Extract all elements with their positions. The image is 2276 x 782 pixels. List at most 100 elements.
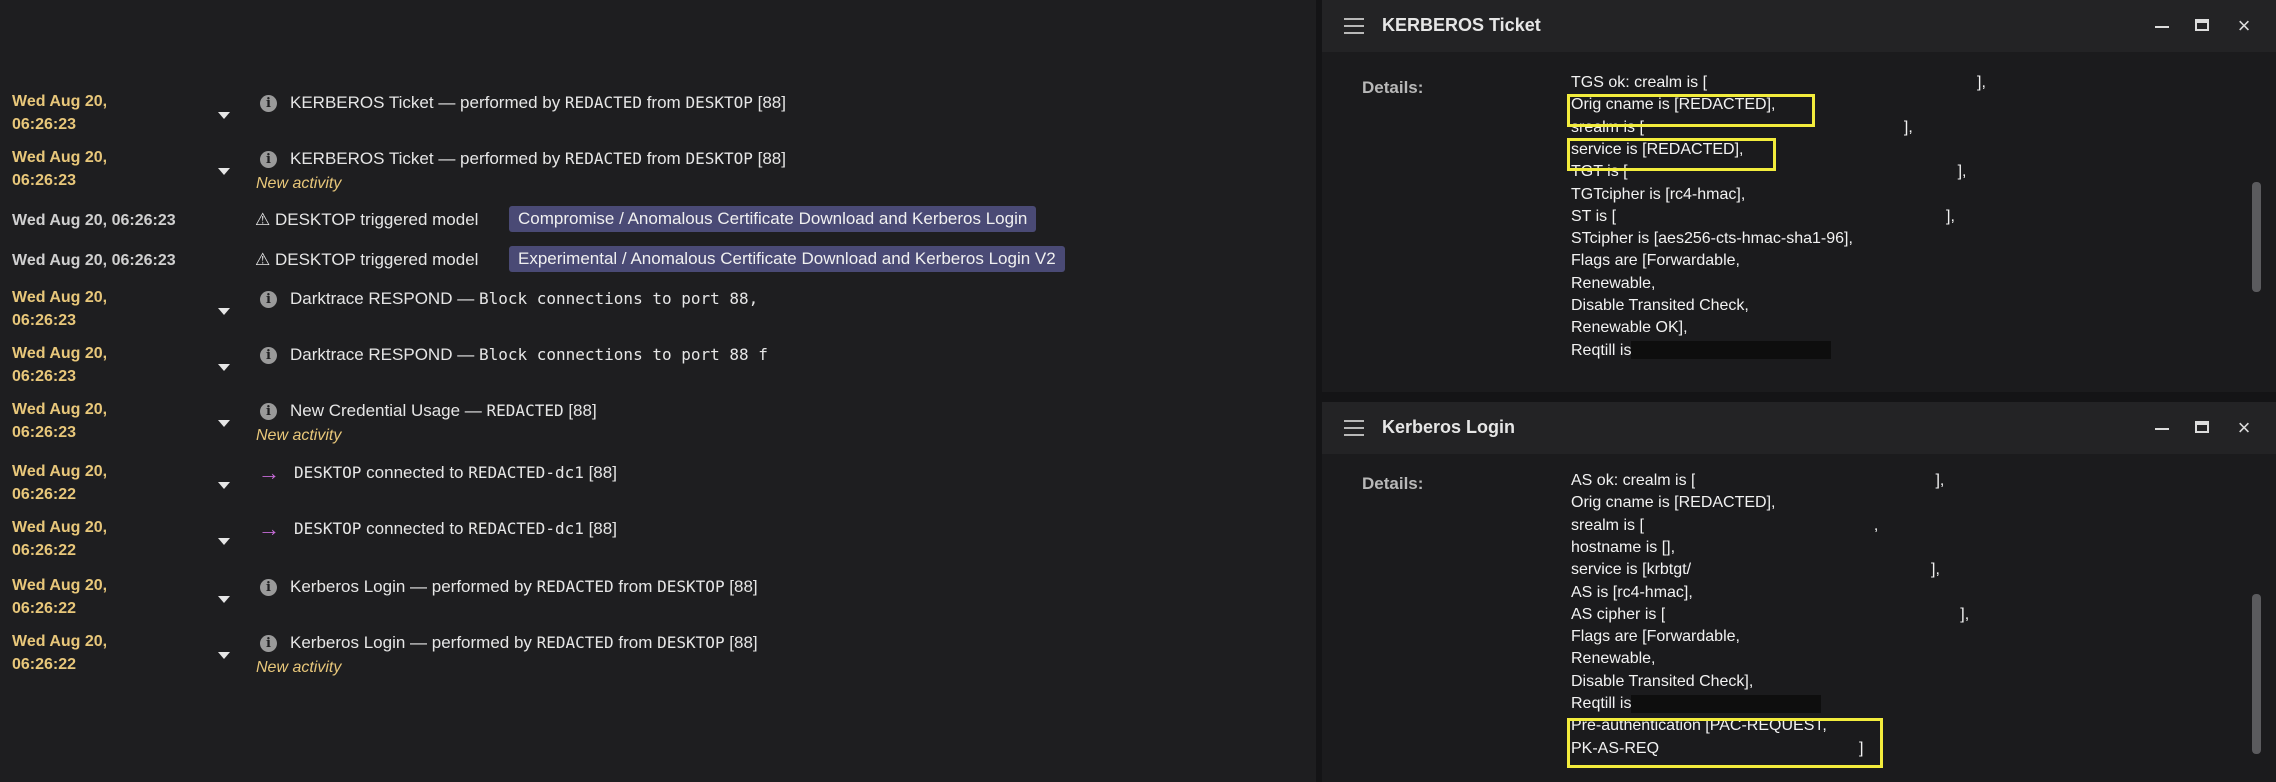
entity-name: DESKTOP — [685, 149, 753, 168]
detail-text: Renewable OK], — [1571, 319, 1688, 337]
redaction-block — [1695, 471, 1936, 490]
maximize-icon[interactable] — [2191, 14, 2215, 38]
detail-line: Reqtill is — [1571, 693, 1822, 715]
timestamp-time: 06:26:23 — [12, 172, 77, 189]
highlight-box — [1567, 138, 1776, 171]
expand-chevron-icon[interactable] — [218, 482, 230, 489]
port-number: [88] — [583, 463, 617, 482]
detail-line: hostname is [], — [1571, 537, 1675, 559]
detail-text: hostname is [], — [1571, 538, 1676, 556]
detail-text-tail: , — [1873, 516, 1879, 534]
detail-line: Orig cname is [REDACTED], — [1571, 492, 1775, 514]
expand-chevron-icon[interactable] — [218, 596, 230, 603]
detail-line: TGS ok: crealm is [], — [1571, 72, 1986, 94]
timestamp-date: Wed Aug 20, — [12, 463, 108, 480]
expand-chevron-icon[interactable] — [218, 652, 230, 659]
entity-name: REDACTED — [486, 401, 564, 420]
scrollbar-thumb[interactable] — [2252, 182, 2261, 292]
entity-name: DESKTOP — [685, 93, 753, 112]
timestamp-date: Wed Aug 20, — [12, 289, 108, 306]
timestamp-date: Wed Aug 20, — [12, 93, 108, 110]
detail-line: Disable Transited Check, — [1571, 295, 1749, 317]
detail-line: AS cipher is [], — [1571, 604, 1969, 626]
timestamp-time: 06:26:23 — [12, 424, 77, 441]
event-connector: from — [641, 93, 686, 112]
arrow-right-icon: → — [258, 516, 280, 541]
event-message: Kerberos Login — performed by REDACTED f… — [290, 576, 758, 598]
port-number: [88] — [752, 93, 786, 112]
detail-text: Disable Transited Check], — [1571, 672, 1754, 690]
timestamp-date: Wed Aug 20, — [12, 345, 108, 362]
detail-line: ST is [], — [1571, 206, 1955, 228]
timestamp-date: Wed Aug 20, — [12, 149, 108, 166]
port-number: [88] — [752, 149, 786, 168]
list-icon — [1344, 18, 1364, 34]
event-message: DESKTOP connected to REDACTED-dc1 [88] — [294, 462, 617, 484]
redaction-block — [1691, 560, 1932, 579]
detail-text: Renewable, — [1571, 274, 1656, 292]
timestamp-date: Wed Aug 20, — [12, 519, 108, 536]
event-type: Darktrace RESPOND — — [290, 289, 479, 308]
redaction-block — [1616, 207, 1947, 226]
minimize-icon[interactable] — [2150, 14, 2174, 38]
info-icon: i — [260, 95, 277, 112]
entity-name: DESKTOP — [294, 519, 362, 538]
expand-chevron-icon[interactable] — [218, 112, 230, 119]
kerberos-login-panel: Kerberos Login × Details: AS ok: crealm … — [1322, 402, 2276, 782]
timestamp: Wed Aug 20, 06:26:23 — [12, 212, 176, 229]
detail-line: service is [krbtgt/], — [1571, 559, 1940, 581]
timestamp-time: 06:26:22 — [12, 542, 77, 559]
entity-name: REDACTED-dc1 — [468, 519, 584, 538]
info-icon: i — [260, 635, 277, 652]
detail-line: Flags are [Forwardable, — [1571, 250, 1740, 272]
model-trigger-text: ⚠ DESKTOP triggered model — [255, 210, 479, 229]
info-icon: i — [260, 151, 277, 168]
maximize-icon[interactable] — [2191, 416, 2215, 440]
timestamp-time: 06:26:23 — [12, 116, 77, 133]
detail-text: Flags are [Forwardable, — [1571, 628, 1740, 646]
highlight-box — [1567, 718, 1883, 768]
panel-title: Kerberos Login — [1382, 417, 1516, 437]
expand-chevron-icon[interactable] — [218, 420, 230, 427]
detail-line: srealm is [, — [1571, 515, 1878, 537]
info-icon: i — [260, 291, 277, 308]
arrow-right-icon: → — [258, 460, 280, 485]
entity-name: REDACTED — [536, 577, 614, 596]
event-connector: from — [613, 633, 658, 652]
panel-header: Kerberos Login × — [1322, 402, 2276, 455]
model-pill[interactable]: Compromise / Anomalous Certificate Downl… — [509, 206, 1037, 232]
redaction-block — [1643, 516, 1874, 535]
entity-name: REDACTED — [536, 633, 614, 652]
new-activity-label: New activity — [256, 659, 342, 676]
close-icon[interactable]: × — [2232, 14, 2256, 38]
expand-chevron-icon[interactable] — [218, 538, 230, 545]
detail-text: AS ok: crealm is [ — [1571, 472, 1696, 489]
info-icon: i — [260, 403, 277, 420]
expand-chevron-icon[interactable] — [218, 364, 230, 371]
event-type: New Credential Usage — — [290, 401, 487, 420]
entity-name: REDACTED — [564, 149, 642, 168]
detail-text: Orig cname is [REDACTED], — [1571, 494, 1776, 512]
minimize-icon[interactable] — [2150, 416, 2174, 440]
panel-splitter[interactable] — [1322, 392, 2276, 402]
detail-text: srealm is [ — [1571, 516, 1644, 534]
detail-line: Renewable, — [1571, 273, 1656, 295]
scrollbar-thumb[interactable] — [2252, 594, 2261, 754]
expand-chevron-icon[interactable] — [218, 308, 230, 315]
entity-name: REDACTED-dc1 — [468, 463, 584, 482]
close-icon[interactable]: × — [2232, 416, 2256, 440]
panel-title: KERBEROS Ticket — [1382, 15, 1541, 35]
detail-line: AS ok: crealm is [], — [1571, 470, 1944, 492]
detail-line: Flags are [Forwardable, — [1571, 626, 1740, 648]
expand-chevron-icon[interactable] — [218, 168, 230, 175]
detail-line: TGTcipher is [rc4-hmac], — [1571, 184, 1745, 206]
event-type: Darktrace RESPOND — — [290, 345, 479, 364]
highlight-box — [1567, 94, 1815, 127]
detail-text: service is [krbtgt/ — [1571, 561, 1692, 579]
detail-text-tail: ], — [1977, 74, 1986, 91]
event-connector: from — [613, 577, 658, 596]
model-pill[interactable]: Experimental / Anomalous Certificate Dow… — [509, 246, 1065, 272]
timestamp-date: Wed Aug 20, — [12, 401, 108, 418]
model-trigger-text: ⚠ DESKTOP triggered model — [255, 250, 479, 269]
timestamp-time: 06:26:22 — [12, 486, 77, 503]
